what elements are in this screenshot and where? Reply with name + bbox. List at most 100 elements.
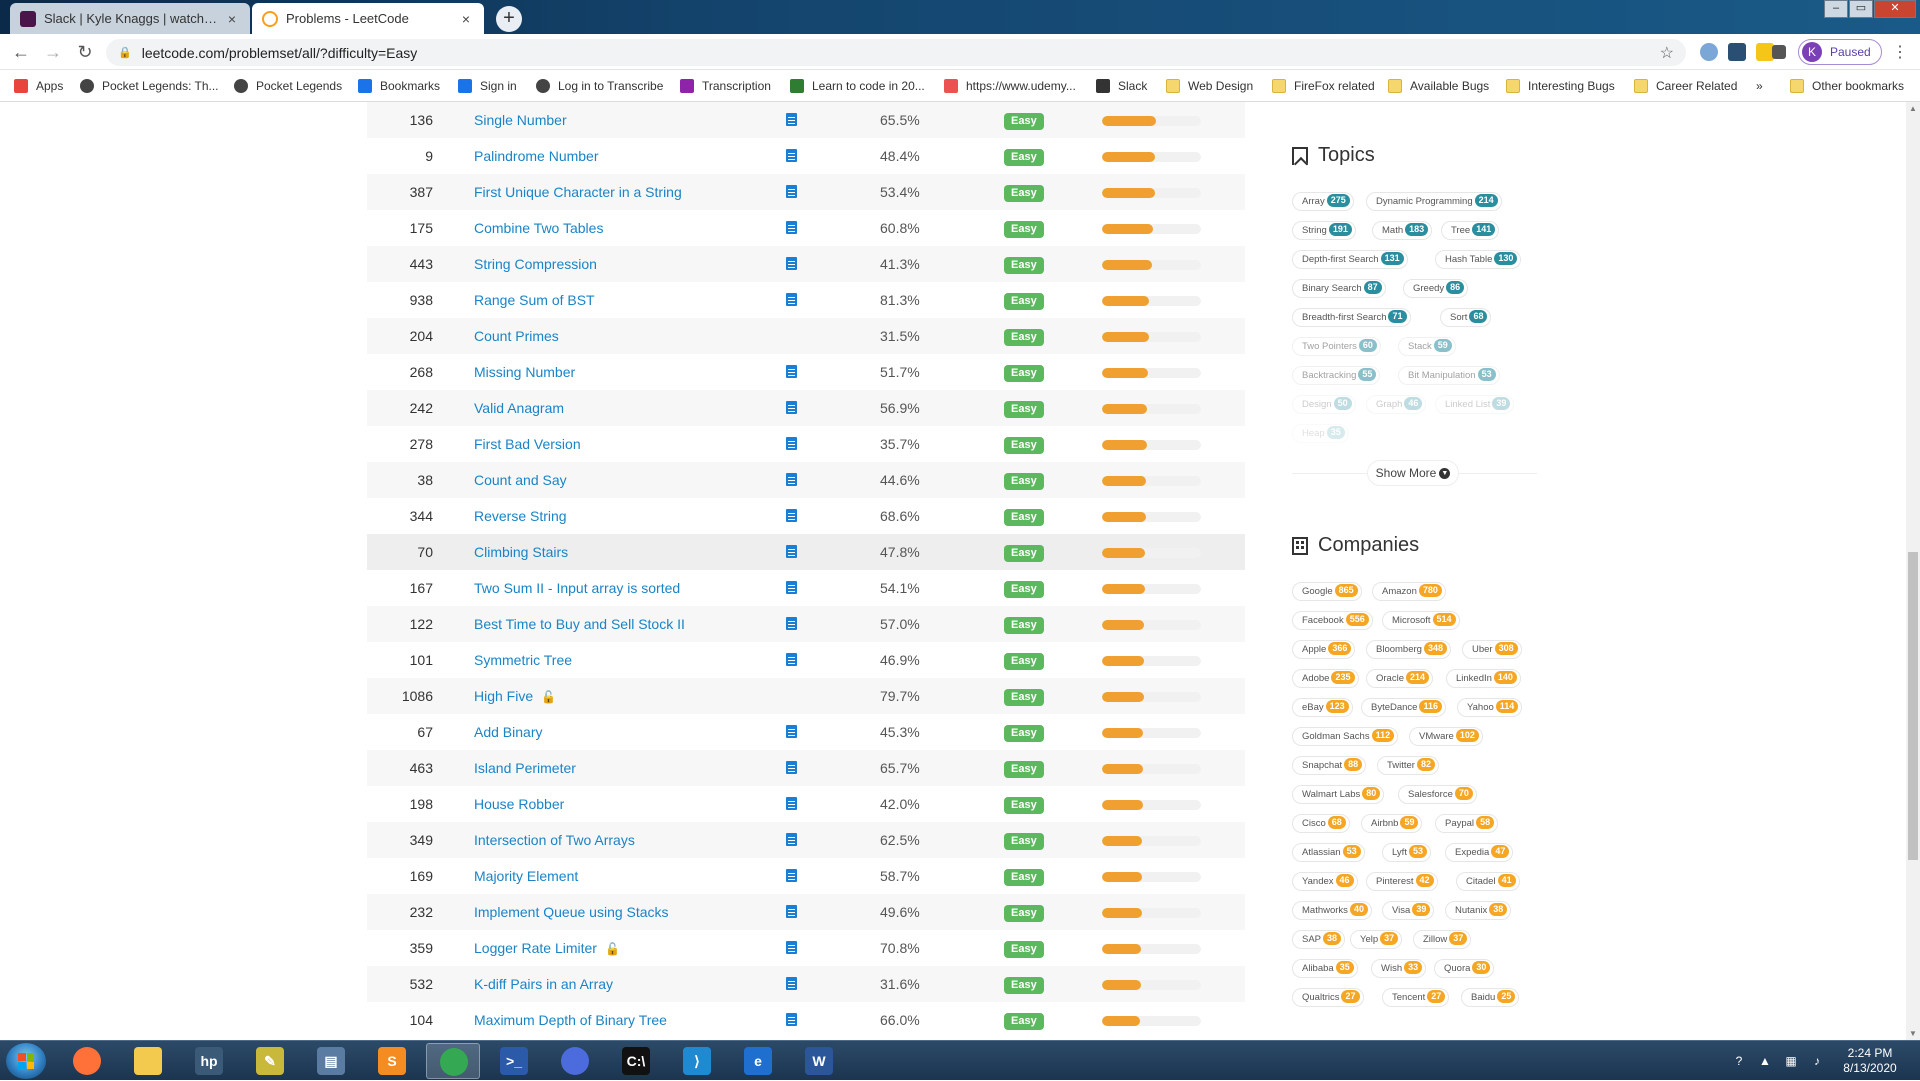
problem-title-link[interactable]: Count and Say <box>474 462 567 498</box>
company-tag[interactable]: Yelp 37 <box>1350 930 1403 949</box>
bookmark-item[interactable]: Sign in <box>458 70 517 102</box>
company-tag[interactable]: Twitter 82 <box>1377 756 1439 775</box>
menu-icon[interactable]: ⋮ <box>1892 42 1908 62</box>
company-tag[interactable]: Facebook 556 <box>1292 611 1373 630</box>
solution-doc-icon[interactable] <box>786 833 797 846</box>
profile-button[interactable]: K Paused <box>1798 39 1882 65</box>
topic-tag[interactable]: Binary Search 87 <box>1292 279 1386 298</box>
problem-title-link[interactable]: House Robber <box>474 786 564 822</box>
taskbar-app-computer-app[interactable]: ▤ <box>304 1043 358 1079</box>
address-bar[interactable]: 🔒 leetcode.com/problemset/all/?difficult… <box>106 39 1686 66</box>
bookmark-item[interactable]: https://www.udemy... <box>944 70 1076 102</box>
company-tag[interactable]: eBay 123 <box>1292 698 1353 717</box>
minimize-button[interactable]: – <box>1824 0 1848 18</box>
problem-title-link[interactable]: Climbing Stairs <box>474 534 568 570</box>
problem-title-link[interactable]: Logger Rate Limiter 🔓 <box>474 930 620 966</box>
problem-title-link[interactable]: First Unique Character in a String <box>474 174 682 210</box>
bookmark-item[interactable]: Other bookmarks <box>1790 70 1904 102</box>
tab-slack[interactable]: Slack | Kyle Knaggs | watchandcode × <box>10 3 250 34</box>
problem-title-link[interactable]: Range Sum of BST <box>474 282 595 318</box>
table-row[interactable]: 242 Valid Anagram 56.9% Easy <box>367 390 1245 426</box>
show-more-button[interactable]: Show More ▼ <box>1367 460 1459 486</box>
solution-doc-icon[interactable] <box>786 149 797 162</box>
bookmark-item[interactable]: Pocket Legends <box>234 70 342 102</box>
solution-doc-icon[interactable] <box>786 581 797 594</box>
bookmark-item[interactable]: FireFox related <box>1272 70 1375 102</box>
problem-title-link[interactable]: Missing Number <box>474 354 575 390</box>
table-row[interactable]: 349 Intersection of Two Arrays 62.5% Easy <box>367 822 1245 858</box>
help-icon[interactable]: ? <box>1730 1052 1748 1070</box>
problem-title-link[interactable]: First Bad Version <box>474 426 581 462</box>
company-tag[interactable]: Microsoft 514 <box>1382 611 1460 630</box>
taskbar-app-hp-app[interactable]: hp <box>182 1043 236 1079</box>
topic-tag[interactable]: Graph 46 <box>1366 395 1427 414</box>
taskbar-app-command-prompt[interactable]: C:\ <box>609 1043 663 1079</box>
solution-doc-icon[interactable] <box>786 113 797 126</box>
company-tag[interactable]: Citadel 41 <box>1456 872 1520 891</box>
bookmark-item[interactable]: Pocket Legends: Th... <box>80 70 219 102</box>
company-tag[interactable]: Bloomberg 348 <box>1366 640 1451 659</box>
table-row[interactable]: 175 Combine Two Tables 60.8% Easy <box>367 210 1245 246</box>
close-tab-icon[interactable]: × <box>458 11 474 27</box>
solution-doc-icon[interactable] <box>786 473 797 486</box>
problem-title-link[interactable]: Count Primes <box>474 318 559 354</box>
table-row[interactable]: 9 Palindrome Number 48.4% Easy <box>367 138 1245 174</box>
problem-title-link[interactable]: String Compression <box>474 246 597 282</box>
bookmark-item[interactable]: Transcription <box>680 70 771 102</box>
table-row[interactable]: 169 Majority Element 58.7% Easy <box>367 858 1245 894</box>
bookmark-item[interactable]: Log in to Transcribe <box>536 70 663 102</box>
table-row[interactable]: 268 Missing Number 51.7% Easy <box>367 354 1245 390</box>
extension-icon[interactable] <box>1700 43 1718 61</box>
solution-doc-icon[interactable] <box>786 257 797 270</box>
company-tag[interactable]: Yahoo 114 <box>1457 698 1523 717</box>
company-tag[interactable]: SAP 38 <box>1292 930 1346 949</box>
solution-doc-icon[interactable] <box>786 869 797 882</box>
taskbar-app-vscode[interactable]: ⟩ <box>670 1043 724 1079</box>
company-tag[interactable]: Expedia 47 <box>1445 843 1514 862</box>
solution-doc-icon[interactable] <box>786 293 797 306</box>
company-tag[interactable]: Baidu 25 <box>1461 988 1520 1007</box>
new-tab-button[interactable]: + <box>496 6 522 32</box>
topic-tag[interactable]: Greedy 86 <box>1403 279 1469 298</box>
company-tag[interactable]: Zillow 37 <box>1413 930 1472 949</box>
solution-doc-icon[interactable] <box>786 653 797 666</box>
table-row[interactable]: 38 Count and Say 44.6% Easy <box>367 462 1245 498</box>
solution-doc-icon[interactable] <box>786 1013 797 1026</box>
bookmark-item[interactable]: Learn to code in 20... <box>790 70 925 102</box>
taskbar-app-edge-app[interactable]: e <box>731 1043 785 1079</box>
topic-tag[interactable]: Sort 68 <box>1440 308 1492 327</box>
table-row[interactable]: 463 Island Perimeter 65.7% Easy <box>367 750 1245 786</box>
extension-icon[interactable] <box>1728 43 1746 61</box>
chevron-up-icon[interactable]: ▲ <box>1756 1052 1774 1070</box>
table-row[interactable]: 67 Add Binary 45.3% Easy <box>367 714 1245 750</box>
tab-leetcode[interactable]: Problems - LeetCode × <box>252 3 484 34</box>
solution-doc-icon[interactable] <box>786 509 797 522</box>
close-tab-icon[interactable]: × <box>224 11 240 27</box>
company-tag[interactable]: Goldman Sachs 112 <box>1292 727 1399 746</box>
taskbar-app-chrome[interactable] <box>426 1043 480 1079</box>
problem-title-link[interactable]: Majority Element <box>474 858 578 894</box>
solution-doc-icon[interactable] <box>786 401 797 414</box>
company-tag[interactable]: Nutanix 38 <box>1445 901 1512 920</box>
bookmark-item[interactable]: Web Design <box>1166 70 1253 102</box>
table-row[interactable]: 387 First Unique Character in a String 53.… <box>367 174 1245 210</box>
table-row[interactable]: 1086 High Five 🔓 79.7% Easy <box>367 678 1245 714</box>
bookmark-star-icon[interactable]: ☆ <box>1660 43 1674 63</box>
company-tag[interactable]: Quora 30 <box>1434 959 1495 978</box>
close-window-button[interactable]: ✕ <box>1874 0 1916 18</box>
topic-tag[interactable]: Dynamic Programming 214 <box>1366 192 1502 211</box>
bookmark-item[interactable]: Apps <box>14 70 63 102</box>
back-button[interactable]: ← <box>10 42 32 62</box>
topic-tag[interactable]: Hash Table 130 <box>1435 250 1522 269</box>
problem-title-link[interactable]: Island Perimeter <box>474 750 576 786</box>
company-tag[interactable]: Atlassian 53 <box>1292 843 1365 862</box>
solution-doc-icon[interactable] <box>786 977 797 990</box>
problem-title-link[interactable]: K-diff Pairs in an Array <box>474 966 613 1002</box>
solution-doc-icon[interactable] <box>786 185 797 198</box>
table-row[interactable]: 136 Single Number 65.5% Easy <box>367 102 1245 138</box>
taskbar-app-word[interactable]: W <box>792 1043 846 1079</box>
company-tag[interactable]: Mathworks 40 <box>1292 901 1372 920</box>
problem-title-link[interactable]: Palindrome Number <box>474 138 599 174</box>
table-row[interactable]: 344 Reverse String 68.6% Easy <box>367 498 1245 534</box>
topic-tag[interactable]: Stack 59 <box>1398 337 1456 356</box>
